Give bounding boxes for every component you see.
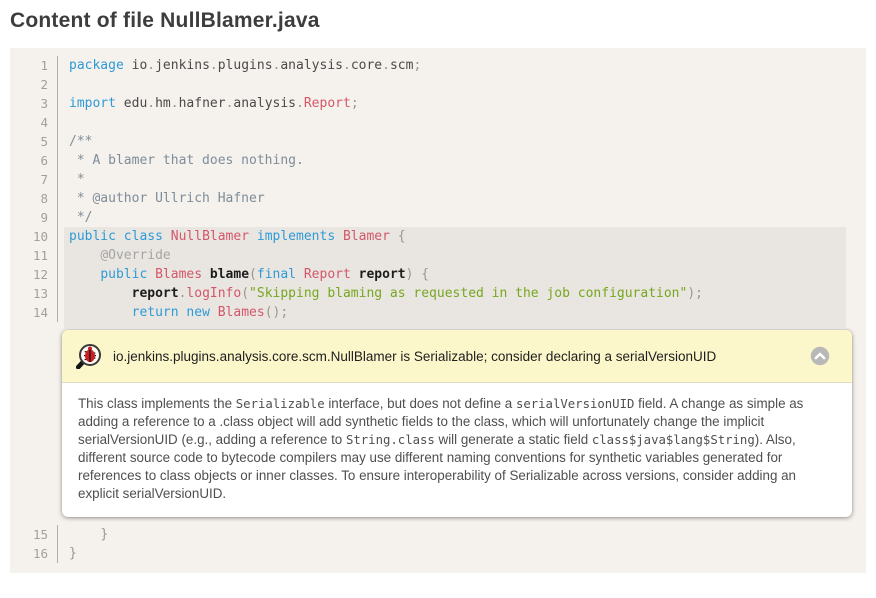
- line-number: 8: [10, 189, 58, 208]
- code-line: 2: [10, 75, 866, 94]
- line-number: 7: [10, 170, 58, 189]
- code-text: }: [64, 525, 846, 544]
- code-text: import edu.hm.hafner.analysis.Report;: [64, 94, 846, 113]
- code-line: 13 report.logInfo("Skipping blaming as r…: [10, 284, 866, 303]
- line-number: 15: [10, 525, 58, 544]
- code-text: return new Blames();: [64, 303, 846, 322]
- source-code-viewer: 1 package io.jenkins.plugins.analysis.cor…: [10, 48, 866, 573]
- code-line: 14 return new Blames();: [10, 303, 866, 322]
- code-line: 7 *: [10, 170, 866, 189]
- line-number: 10: [10, 227, 58, 246]
- code-text: @Override: [64, 246, 846, 265]
- line-number: 11: [10, 246, 58, 265]
- code-line: 4: [10, 113, 866, 132]
- code-text: */: [64, 208, 846, 227]
- code-line: 15 }: [10, 525, 866, 544]
- page-title: Content of file NullBlamer.java: [10, 9, 876, 33]
- issue-popup: io.jenkins.plugins.analysis.core.scm.Nul…: [62, 330, 852, 517]
- line-number: 1: [10, 56, 58, 75]
- code-text: }: [64, 544, 846, 563]
- code-line: 1 package io.jenkins.plugins.analysis.cor…: [10, 56, 866, 75]
- code-text: public Blames blame(final Report report)…: [64, 265, 846, 284]
- code-text: /**: [64, 132, 846, 151]
- issue-popup-header: io.jenkins.plugins.analysis.core.scm.Nul…: [62, 330, 852, 383]
- spotbugs-bug-icon: [76, 343, 102, 369]
- issue-description: This class implements the Serializable i…: [62, 383, 852, 517]
- code-text: [64, 75, 846, 94]
- code-line: 11 @Override: [10, 246, 866, 265]
- code-line: 8 * @author Ullrich Hafner: [10, 189, 866, 208]
- line-number: 16: [10, 544, 58, 563]
- chevron-up-icon: [810, 354, 830, 369]
- issue-title: io.jenkins.plugins.analysis.core.scm.Nul…: [113, 349, 716, 364]
- line-number: 9: [10, 208, 58, 227]
- line-number: 6: [10, 151, 58, 170]
- code-text: package io.jenkins.plugins.analysis.core…: [64, 56, 846, 75]
- code-line: 3 import edu.hm.hafner.analysis.Report;: [10, 94, 866, 113]
- code-text: report.logInfo("Skipping blaming as requ…: [64, 284, 846, 303]
- code-line: 12 public Blames blame(final Report repo…: [10, 265, 866, 284]
- code-line: 10 public class NullBlamer implements Bla…: [10, 227, 866, 246]
- line-number: 12: [10, 265, 58, 284]
- line-number: 13: [10, 284, 58, 303]
- code-text: [64, 113, 846, 132]
- line-number: 3: [10, 94, 58, 113]
- line-number: 5: [10, 132, 58, 151]
- collapse-issue-button[interactable]: [810, 346, 830, 366]
- line-number: 14: [10, 303, 58, 322]
- page: Content of file NullBlamer.java 1 package…: [0, 9, 876, 573]
- code-text: public class NullBlamer implements Blame…: [64, 227, 846, 246]
- code-text: * A blamer that does nothing.: [64, 151, 846, 170]
- line-number: 4: [10, 113, 58, 132]
- code-line: 6 * A blamer that does nothing.: [10, 151, 866, 170]
- code-lines-after-popup: 15 }16}: [10, 525, 866, 563]
- line-number: 2: [10, 75, 58, 94]
- code-line: 9 */: [10, 208, 866, 227]
- code-lines-before-popup: 1 package io.jenkins.plugins.analysis.cor…: [10, 56, 866, 322]
- code-line: 16}: [10, 544, 866, 563]
- code-text: *: [64, 170, 846, 189]
- code-line: 5 /**: [10, 132, 866, 151]
- code-text: * @author Ullrich Hafner: [64, 189, 846, 208]
